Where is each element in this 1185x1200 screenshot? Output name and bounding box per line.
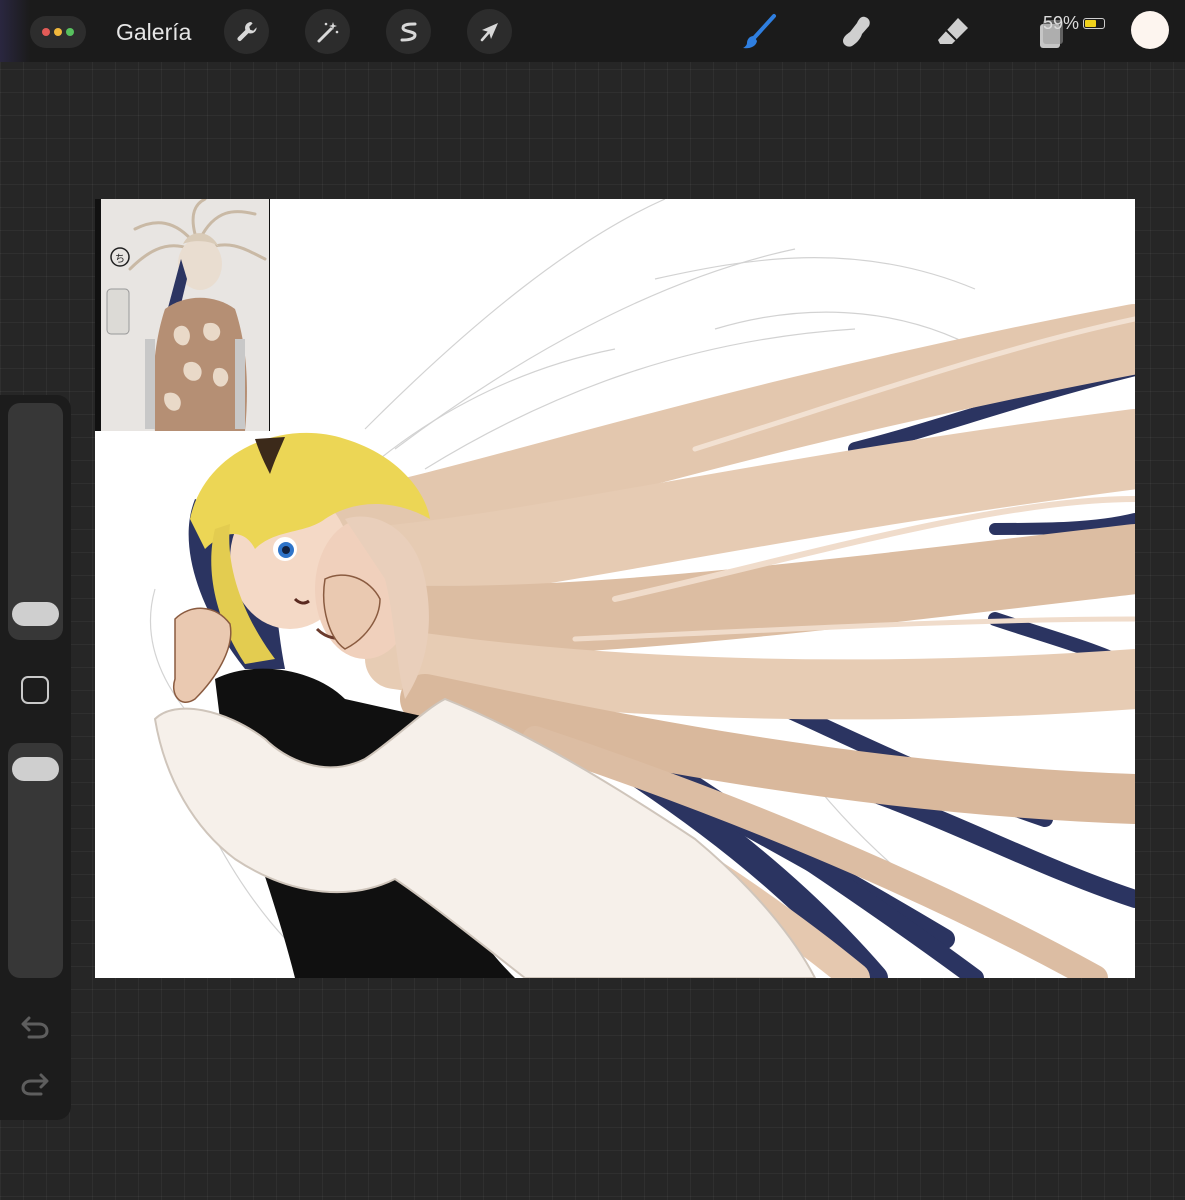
arrow-cursor-icon — [480, 22, 498, 41]
left-sidebar — [0, 395, 71, 1120]
opacity-slider[interactable] — [8, 743, 63, 978]
brush-tool-button[interactable] — [738, 10, 782, 54]
menu-dot-green — [66, 28, 74, 36]
selection-button[interactable] — [386, 9, 431, 54]
undo-icon[interactable] — [19, 1012, 51, 1040]
modify-square-icon[interactable] — [21, 676, 49, 704]
wrench-icon — [236, 21, 257, 41]
transform-button[interactable] — [467, 9, 512, 54]
brush-size-slider[interactable] — [8, 403, 63, 640]
app-menu-button[interactable] — [30, 16, 86, 48]
actions-button[interactable] — [224, 9, 269, 54]
battery-percent: 59% — [1043, 12, 1080, 33]
top-toolbar: Galería 59% — [0, 0, 1185, 62]
eraser-tool-button[interactable] — [932, 10, 976, 54]
svg-text:ち: ち — [115, 253, 125, 265]
eraser-icon — [938, 18, 968, 44]
magic-wand-icon — [317, 21, 338, 42]
menu-dot-yellow — [54, 28, 62, 36]
brush-icon — [743, 14, 776, 49]
selection-s-icon — [400, 22, 417, 41]
battery-icon — [1083, 17, 1106, 29]
smudge-tool-button[interactable] — [835, 10, 879, 54]
reference-image: ち — [95, 199, 270, 431]
menu-dot-red — [42, 28, 50, 36]
adjustments-button[interactable] — [305, 9, 350, 54]
opacity-thumb[interactable] — [12, 757, 59, 782]
redo-icon[interactable] — [19, 1069, 51, 1097]
smudge-finger-icon — [843, 16, 870, 47]
color-picker-button[interactable] — [1131, 11, 1169, 49]
drawing-canvas[interactable]: ち — [95, 199, 1135, 978]
battery-level — [1085, 19, 1096, 27]
status-bar: 59% — [1043, 11, 1106, 35]
wallpaper-corner — [0, 0, 30, 62]
artwork: ち — [95, 199, 1135, 978]
brush-size-thumb[interactable] — [12, 601, 59, 626]
gallery-button[interactable]: Galería — [116, 18, 191, 46]
